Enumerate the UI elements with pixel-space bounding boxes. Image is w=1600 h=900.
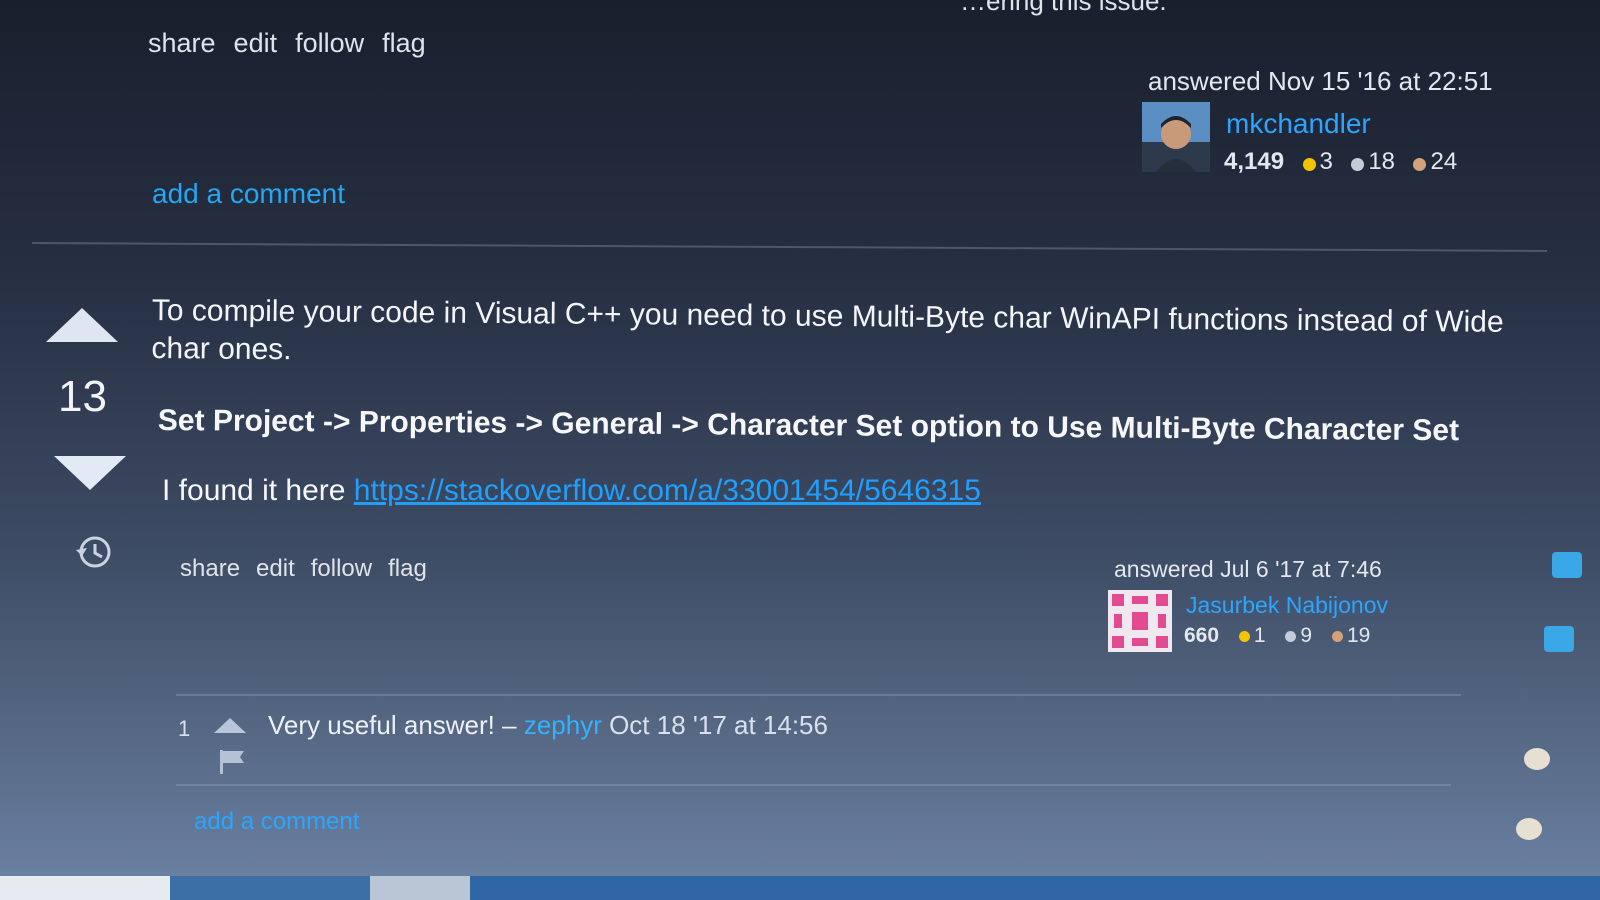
vote-count: 13 — [58, 372, 107, 421]
gold-badge-count: 1 — [1253, 624, 1266, 647]
comment-upvote-icon[interactable] — [214, 718, 246, 733]
follow-link[interactable]: follow — [295, 28, 364, 59]
reputation-score: 4,149 — [1224, 148, 1285, 175]
history-icon[interactable] — [74, 532, 114, 572]
comment-time: Oct 18 '17 at 14:56 — [601, 710, 828, 740]
sidebar-badge-icon[interactable] — [1544, 626, 1574, 652]
answered-time: answered Nov 15 '16 at 22:51 — [1148, 66, 1493, 96]
gold-badge-icon — [1302, 158, 1316, 172]
post-menu-answer-2: share edit follow flag — [180, 555, 427, 583]
answer-source-prefix: I found it here — [162, 474, 354, 507]
bronze-badge-icon — [1413, 158, 1427, 172]
comment-text: Very useful answer! – — [268, 710, 524, 740]
bronze-badge-count: 19 — [1346, 624, 1371, 647]
add-comment-link[interactable]: add a comment — [194, 808, 359, 836]
add-comment-link[interactable]: add a comment — [152, 178, 345, 210]
sidebar-avatar-icon[interactable] — [1516, 818, 1542, 840]
follow-link[interactable]: follow — [311, 555, 372, 583]
user-reputation-row: 660 1 9 19 — [1184, 624, 1370, 648]
user-reputation-row: 4,149 3 18 24 — [1224, 148, 1457, 176]
post-menu-answer-1: share edit follow flag — [148, 28, 426, 59]
gold-badge-count: 3 — [1319, 148, 1333, 175]
answer-source-line: I found it here https://stackoverflow.co… — [162, 474, 981, 508]
reputation-score: 660 — [1184, 624, 1220, 647]
answered-time: answered Jul 6 '17 at 7:46 — [1114, 556, 1382, 582]
bronze-badge-count: 24 — [1430, 148, 1458, 175]
answer-source-link[interactable]: https://stackoverflow.com/a/33001454/564… — [354, 474, 981, 507]
comment-score: 1 — [178, 716, 191, 741]
flag-link[interactable]: flag — [388, 555, 427, 583]
edit-link[interactable]: edit — [234, 28, 278, 59]
sidebar-badge-icon[interactable] — [1552, 552, 1582, 578]
taskbar — [0, 876, 1600, 900]
answer-body-text: To compile your code in Visual C++ you n… — [151, 293, 1504, 367]
user-card-answer-2: answered Jul 6 '17 at 7:46 Jasurbek Nabi… — [1108, 556, 1438, 666]
silver-badge-icon — [1285, 630, 1297, 642]
answer-divider — [32, 242, 1547, 252]
sidebar-avatar-icon[interactable] — [1524, 748, 1550, 770]
answer-bold-instruction: Set Project -> Properties -> General -> … — [157, 404, 1460, 448]
silver-badge-count: 9 — [1300, 624, 1313, 647]
share-link[interactable]: share — [180, 555, 240, 583]
bronze-badge-icon — [1331, 630, 1343, 642]
vote-up-icon[interactable] — [46, 308, 118, 342]
comment-row: Very useful answer! – zephyr Oct 18 '17 … — [268, 710, 828, 741]
comments-divider — [176, 694, 1461, 696]
share-link[interactable]: share — [148, 28, 216, 59]
user-name-link[interactable]: mkchandler — [1226, 108, 1371, 140]
silver-badge-count: 18 — [1368, 148, 1396, 175]
vote-down-icon[interactable] — [54, 456, 126, 490]
avatar[interactable] — [1108, 590, 1172, 652]
silver-badge-icon — [1351, 158, 1365, 172]
comment-divider — [176, 784, 1451, 786]
edit-link[interactable]: edit — [256, 555, 295, 583]
comment-author-link[interactable]: zephyr — [524, 710, 602, 740]
previous-answer-text-fragment: …ering this issue. — [960, 0, 1167, 16]
user-card-answer-1: answered Nov 15 '16 at 22:51 mkchandler … — [1142, 64, 1493, 184]
flag-icon[interactable] — [218, 748, 246, 774]
avatar[interactable] — [1142, 102, 1210, 172]
flag-link[interactable]: flag — [382, 28, 426, 59]
user-name-link[interactable]: Jasurbek Nabijonov — [1186, 592, 1388, 619]
gold-badge-icon — [1238, 630, 1250, 642]
